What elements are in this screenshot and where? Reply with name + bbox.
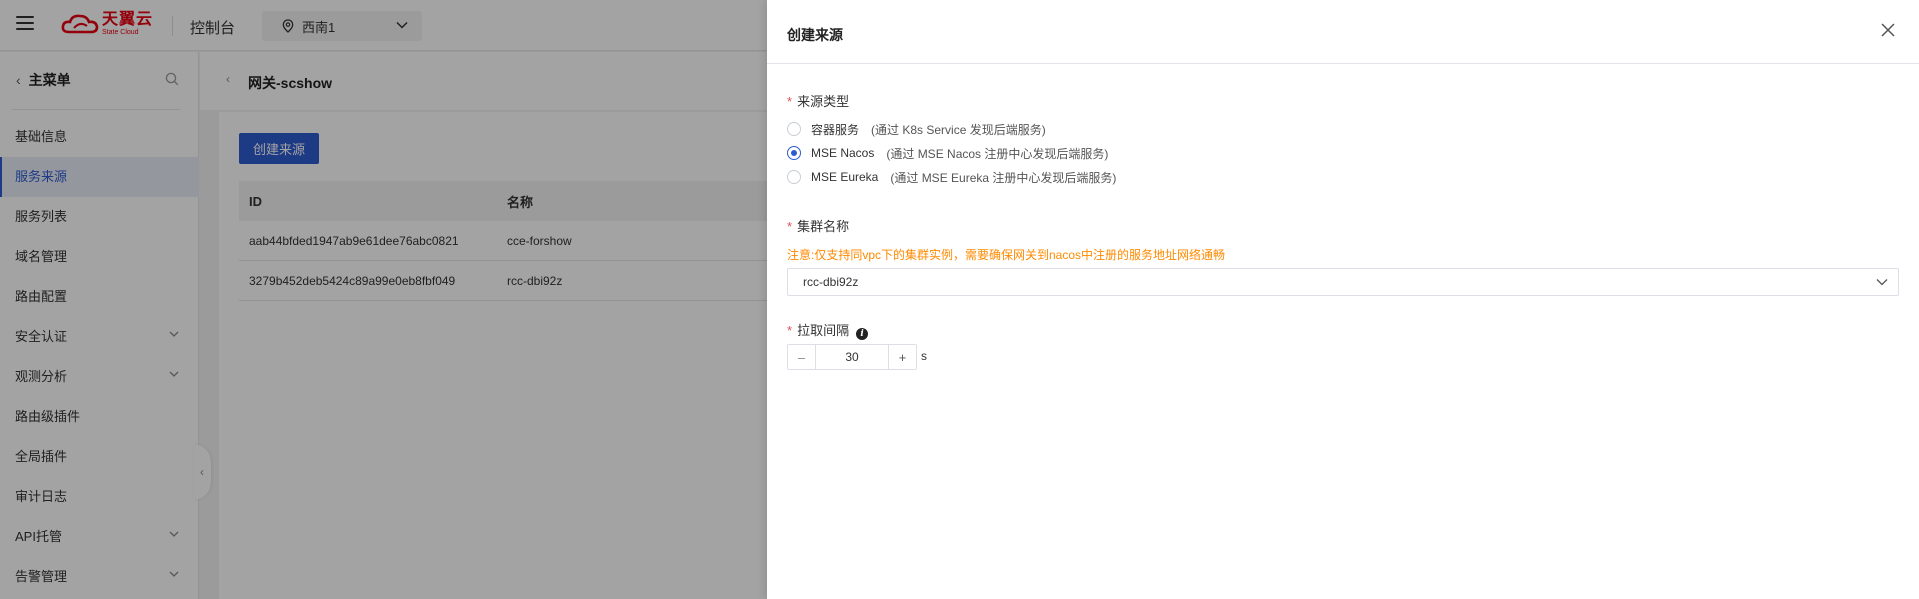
radio-option-label: 容器服务 <box>811 122 860 137</box>
pull-interval-label: * 拉取间隔 i <box>787 320 869 340</box>
drawer-title: 创建来源 <box>787 27 843 43</box>
chevron-down-icon <box>1876 279 1888 286</box>
radio-option-label: MSE Nacos <box>811 146 875 160</box>
pull-interval-stepper: – + <box>787 344 917 370</box>
radio-option-description: (通过 MSE Nacos 注册中心发现后端服务) <box>886 146 1109 161</box>
source-type-label-text: 来源类型 <box>797 94 850 109</box>
source-type-label: * 来源类型 <box>787 91 849 110</box>
cluster-select[interactable]: rcc-dbi92z <box>787 268 1899 296</box>
radio-button[interactable] <box>787 170 801 184</box>
required-asterisk: * <box>787 219 793 234</box>
close-icon[interactable] <box>1880 22 1896 38</box>
pull-interval-input[interactable] <box>816 345 888 369</box>
drawer-header: 创建来源 <box>767 0 1919 64</box>
radio-button-checked[interactable] <box>787 146 801 160</box>
decrement-button[interactable]: – <box>788 345 816 369</box>
radio-option-mse-eureka[interactable]: MSE Eureka (通过 MSE Eureka 注册中心发现后端服务) <box>787 168 1116 186</box>
radio-option-container-service[interactable]: 容器服务 (通过 K8s Service 发现后端服务) <box>787 120 1046 138</box>
cluster-name-label-text: 集群名称 <box>797 219 850 234</box>
info-icon[interactable]: i <box>856 328 869 340</box>
cluster-select-value: rcc-dbi92z <box>803 275 859 289</box>
required-asterisk: * <box>787 94 793 109</box>
cluster-name-label: * 集群名称 <box>787 216 849 235</box>
increment-button[interactable]: + <box>888 345 916 369</box>
create-source-drawer: 创建来源 * 来源类型 容器服务 (通过 K8s Service 发现后端服务) … <box>767 0 1919 599</box>
required-asterisk: * <box>787 323 793 338</box>
radio-option-description: (通过 MSE Eureka 注册中心发现后端服务) <box>890 170 1117 185</box>
interval-unit: s <box>921 349 927 363</box>
radio-option-mse-nacos[interactable]: MSE Nacos (通过 MSE Nacos 注册中心发现后端服务) <box>787 144 1108 162</box>
radio-option-label: MSE Eureka <box>811 170 879 184</box>
radio-option-description: (通过 K8s Service 发现后端服务) <box>871 122 1046 137</box>
radio-button[interactable] <box>787 122 801 136</box>
pull-interval-label-text: 拉取间隔 <box>797 323 850 338</box>
cluster-warning-text: 注意:仅支持同vpc下的集群实例，需要确保网关到nacos中注册的服务地址网络通… <box>787 248 1226 262</box>
